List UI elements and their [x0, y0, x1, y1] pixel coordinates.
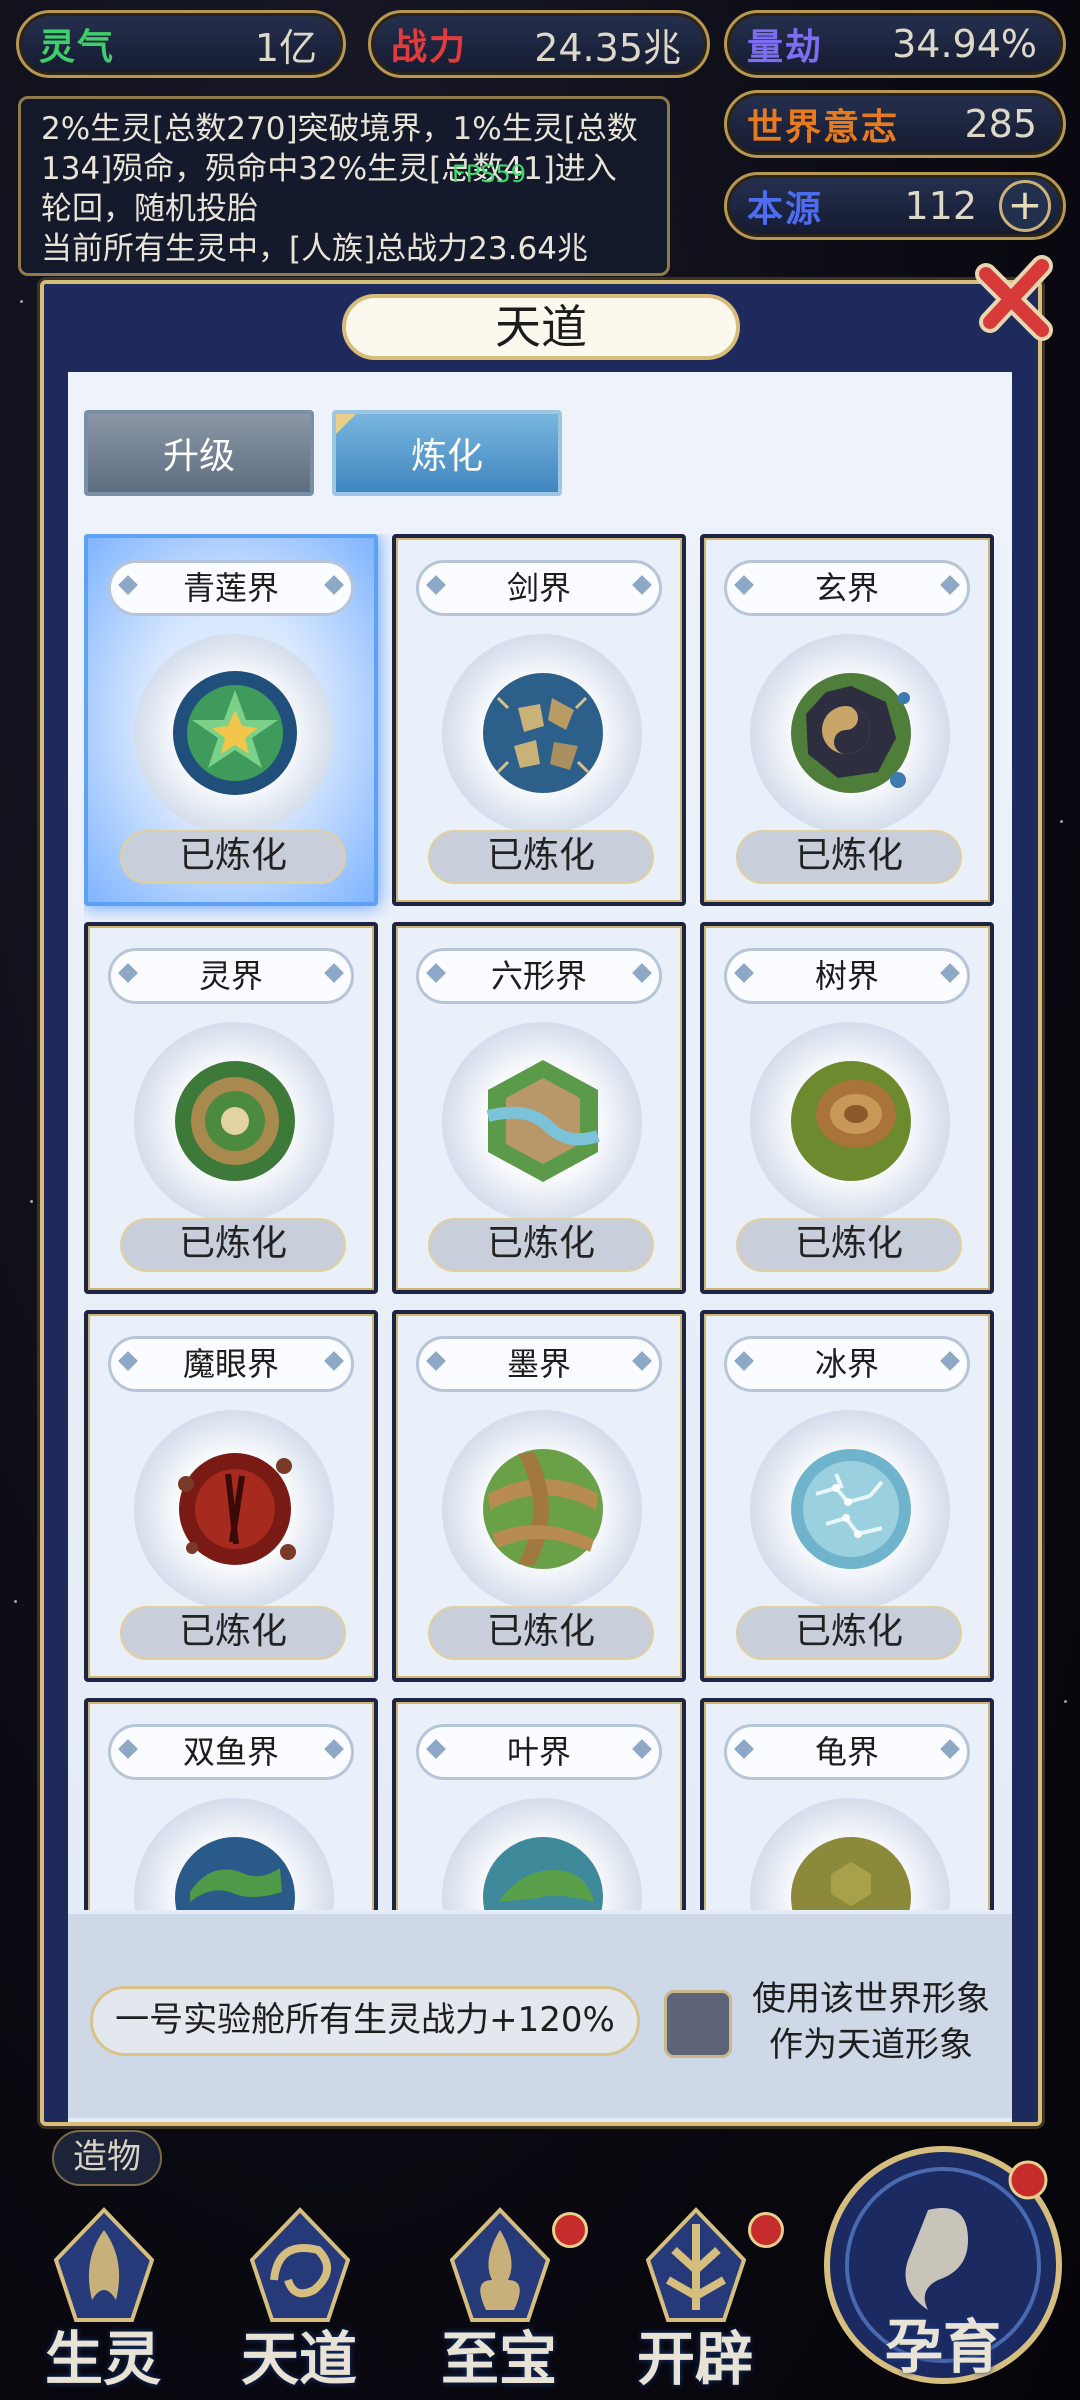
world-will-stat: 世界意志 285: [724, 90, 1066, 158]
world-card[interactable]: 双鱼界: [84, 1698, 378, 1910]
nav-label: 生灵: [44, 2325, 161, 2393]
benyuan-stat: 本源 112 +: [724, 172, 1066, 240]
star: [1064, 1700, 1067, 1703]
tab-upgrade[interactable]: 升级: [84, 410, 314, 496]
world-status: 已炼化: [736, 1218, 962, 1272]
tab-refine[interactable]: 炼化: [332, 410, 562, 496]
fps-counter: FPS59: [452, 160, 527, 188]
checkbox-label-line: 作为天道形象: [769, 2025, 973, 2065]
world-card[interactable]: 青莲界 已炼化: [84, 534, 378, 906]
world-name: 树界: [724, 948, 970, 1004]
shu-world-orb: [791, 1061, 911, 1181]
nav-kaipi[interactable]: 开辟: [600, 2200, 790, 2400]
world-status: 已炼化: [120, 1606, 346, 1660]
liangjie-stat: 量劫 34.94%: [724, 10, 1066, 78]
nav-label: 开辟: [636, 2325, 753, 2393]
bing-world-orb: [791, 1449, 911, 1569]
world-name: 剑界: [416, 560, 662, 616]
use-world-image-checkbox[interactable]: [664, 1990, 732, 2058]
world-status: 已炼化: [120, 830, 346, 884]
world-name: 青莲界: [108, 560, 354, 616]
world-card[interactable]: 剑界 已炼化: [392, 534, 686, 906]
nav-zhibao[interactable]: 至宝: [404, 2200, 594, 2400]
liangjie-label: 量劫: [747, 26, 824, 68]
zhanli-value: 24.35兆: [534, 25, 681, 70]
world-name: 魔眼界: [108, 1336, 354, 1392]
star: [20, 300, 23, 303]
benyuan-value: 112: [904, 184, 977, 228]
world-card[interactable]: 灵界 已炼化: [84, 922, 378, 1294]
notification-dot: [748, 2212, 784, 2248]
zhanli-stat: 战力 24.35兆: [368, 10, 710, 78]
tab-refine-label: 炼化: [410, 436, 483, 477]
nav-label: 至宝: [440, 2325, 557, 2393]
world-will-value: 285: [964, 102, 1037, 146]
xuan-world-orb: [791, 673, 911, 793]
world-status: 已炼化: [428, 1218, 654, 1272]
world-name: 冰界: [724, 1336, 970, 1392]
liuxing-world-orb: [486, 1060, 600, 1182]
ling-world-orb: [175, 1061, 295, 1181]
moyan-world-orb: [178, 1453, 296, 1565]
nav-tiandao[interactable]: 天道: [204, 2200, 394, 2400]
world-status: 已炼化: [736, 830, 962, 884]
notification-dot: [552, 2212, 588, 2248]
lingqi-label: 灵气: [39, 26, 116, 68]
world-name: 灵界: [108, 948, 354, 1004]
world-status: 已炼化: [428, 830, 654, 884]
tab-upgrade-label: 升级: [162, 436, 235, 477]
world-card[interactable]: 叶界: [392, 1698, 686, 1910]
jian-world-orb: [483, 673, 603, 793]
benyuan-label: 本源: [747, 188, 824, 230]
star: [14, 1600, 17, 1603]
world-status: 已炼化: [120, 1218, 346, 1272]
qinglian-world-orb: [173, 671, 297, 795]
shuangyu-world-orb: [175, 1837, 295, 1910]
world-bonus-text: 一号实验舱所有生灵战力+120%: [90, 1986, 640, 2056]
event-log: 2%生灵[总数270]突破境界，1%生灵[总数134]殒命，殒命中32%生灵[总…: [18, 96, 670, 276]
world-card[interactable]: 树界 已炼化: [700, 922, 994, 1294]
add-benyuan-button[interactable]: +: [999, 180, 1051, 232]
gui-world-orb: [791, 1837, 911, 1910]
world-name: 双鱼界: [108, 1724, 354, 1780]
nav-label: 天道: [240, 2325, 357, 2393]
world-name: 叶界: [416, 1724, 662, 1780]
close-icon[interactable]: [972, 252, 1062, 342]
world-card[interactable]: 墨界 已炼化: [392, 1310, 686, 1682]
world-name: 龟界: [724, 1724, 970, 1780]
world-name: 六形界: [416, 948, 662, 1004]
world-card[interactable]: 玄界 已炼化: [700, 534, 994, 906]
world-name: 玄界: [724, 560, 970, 616]
nav-yunyu-label: 孕育: [884, 2313, 1001, 2381]
mo-world-orb: [483, 1449, 603, 1569]
star: [30, 1200, 33, 1203]
log-line: 2%生灵[总数270]突破境界，1%生灵[总数134]殒命，殒命中32%生灵[总…: [41, 111, 638, 227]
world-status: 已炼化: [428, 1606, 654, 1660]
world-status: 已炼化: [736, 1606, 962, 1660]
star: [1060, 820, 1063, 823]
zhanli-label: 战力: [391, 26, 468, 68]
checkbox-label[interactable]: 使用该世界形象 作为天道形象: [736, 1976, 1006, 2068]
world-grid: 青莲界 已炼化 剑界 已炼化 玄界 已炼化 灵界 已炼化 六形界 已炼化 树界 …: [84, 534, 998, 1910]
zaowu-button[interactable]: 造物: [52, 2130, 162, 2186]
world-card[interactable]: 冰界 已炼化: [700, 1310, 994, 1682]
lingqi-stat: 灵气 1亿: [16, 10, 346, 78]
world-name: 墨界: [416, 1336, 662, 1392]
world-will-label: 世界意志: [747, 106, 900, 148]
lingqi-value: 1亿: [254, 25, 317, 70]
world-card[interactable]: 六形界 已炼化: [392, 922, 686, 1294]
checkbox-label-line: 使用该世界形象: [752, 1979, 990, 2019]
ye-world-orb: [483, 1837, 603, 1910]
liangjie-value: 34.94%: [892, 22, 1037, 66]
world-card[interactable]: 龟界: [700, 1698, 994, 1910]
log-line: 当前所有生灵中，[人族]总战力23.64兆: [41, 231, 588, 267]
panel-title: 天道: [342, 294, 740, 360]
world-card[interactable]: 魔眼界 已炼化: [84, 1310, 378, 1682]
nav-shengling[interactable]: 生灵: [8, 2200, 198, 2400]
